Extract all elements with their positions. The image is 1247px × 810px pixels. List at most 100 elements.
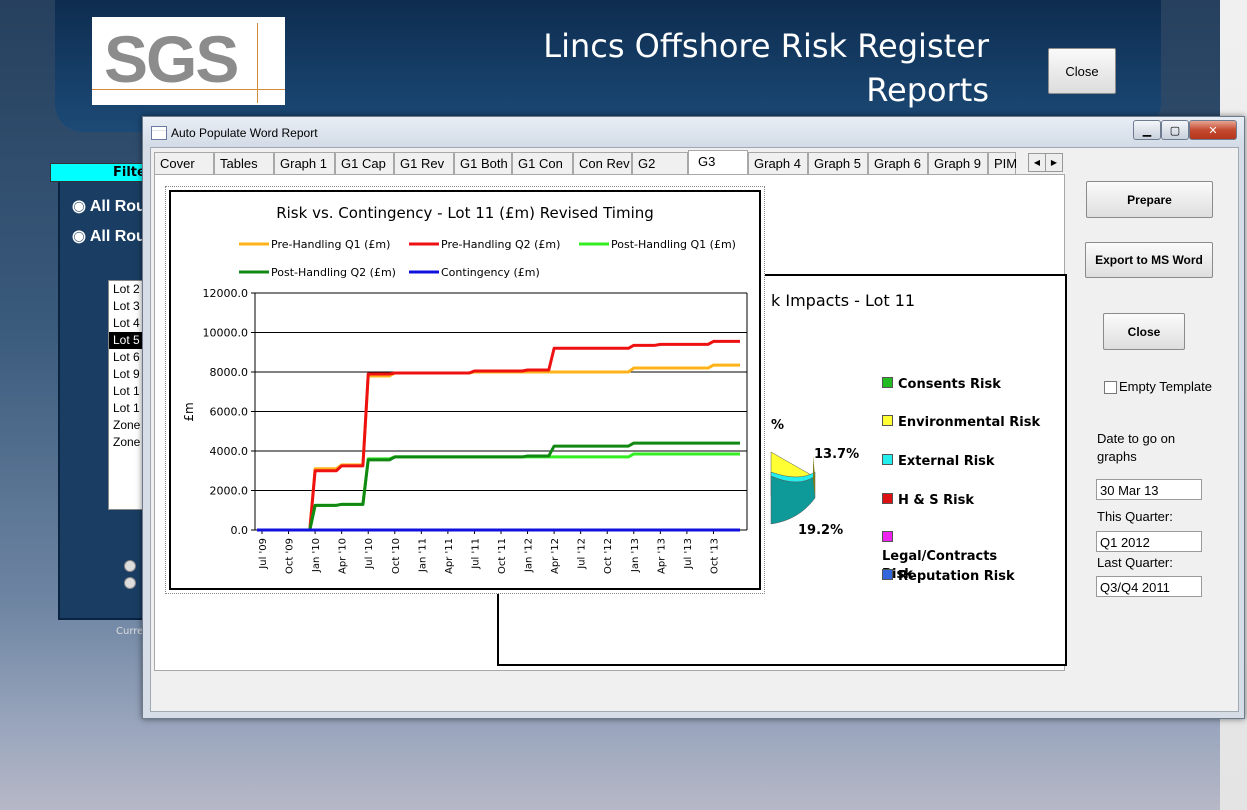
pie-slice-external-side (770, 475, 816, 525)
x-tick-label: Jul '10 (364, 538, 375, 570)
tab-graph-5[interactable]: Graph 5 (808, 152, 868, 174)
tab-graph-9[interactable]: Graph 9 (928, 152, 988, 174)
tab-scroll-left-icon[interactable]: ◀ (1028, 153, 1046, 172)
export-word-button[interactable]: Export to MS Word (1085, 242, 1213, 278)
legend-label: External Risk (898, 454, 995, 469)
x-tick-label: Apr '13 (656, 538, 667, 574)
sgs-logo: SGS (92, 17, 285, 105)
legend-swatch (882, 531, 893, 542)
app-title-line2: Reports (866, 71, 989, 109)
this-quarter-label: This Quarter: (1097, 509, 1173, 524)
radio2-label: All Rou (89, 228, 146, 245)
y-tick-label: 0.0 (231, 524, 249, 537)
tab-g1-cap[interactable]: G1 Cap (335, 152, 394, 174)
tab-page-g3: k Impacts - Lot 11 % 13.7% 19.2% Consent… (154, 174, 1067, 671)
legend-label: Environmental Risk (898, 415, 1041, 430)
dialog-title: Auto Populate Word Report (171, 126, 318, 140)
legend-swatch (882, 415, 893, 426)
tab-cover[interactable]: Cover (154, 152, 214, 174)
empty-template-label: Empty Template (1119, 379, 1212, 394)
x-tick-label: Jan '11 (417, 538, 428, 573)
x-tick-label: Oct '12 (603, 538, 614, 574)
all-routes-radio-1[interactable]: ◉ All Rou (72, 196, 146, 216)
dialog-body: Cover Tables Graph 1 G1 Cap G1 Rev G1 Both G1 … (150, 147, 1239, 712)
x-tick-label: Jan '13 (630, 538, 641, 573)
last-quarter-input[interactable]: Q3/Q4 2011 (1096, 576, 1202, 597)
y-tick-label: 10000.0 (203, 327, 249, 340)
y-tick-label: 2000.0 (210, 485, 249, 498)
all-routes-radio-2[interactable]: ◉ All Rou (72, 226, 146, 246)
tab-g1-both[interactable]: G1 Both (454, 152, 512, 174)
bottom-radio-1[interactable] (124, 560, 136, 572)
x-tick-label: Jul '12 (577, 538, 588, 570)
x-tick-label: Jul '13 (683, 538, 694, 570)
risk-legend-item: Reputation Risk (882, 568, 1052, 586)
risk-legend-item: External Risk (882, 453, 1052, 471)
legend-label: Consents Risk (898, 377, 1001, 392)
x-tick-label: Jul '11 (470, 538, 481, 570)
tab-g3[interactable]: G3 (688, 150, 748, 175)
pct-label-1: % (771, 418, 785, 433)
legend-label: H & S Risk (898, 493, 975, 508)
logo-text: SGS (104, 22, 239, 96)
chart-title: Risk vs. Contingency - Lot 11 (£m) Revis… (276, 204, 654, 222)
pct-label-3: 19.2% (798, 523, 844, 538)
tab-pim[interactable]: PIM (988, 152, 1017, 174)
series-line (257, 441, 740, 532)
x-tick-label: Oct '13 (709, 538, 720, 574)
y-axis-label: £m (182, 402, 196, 421)
date-label-line1: Date to go on (1097, 431, 1176, 446)
app-title: Lincs Offshore Risk Register Reports (543, 24, 989, 112)
y-tick-label: 12000.0 (203, 287, 249, 300)
pct-label-2: 13.7% (814, 447, 860, 462)
tab-tables[interactable]: Tables (214, 152, 274, 174)
tab-con-rev[interactable]: Con Rev (573, 152, 632, 174)
x-tick-label: Apr '12 (550, 538, 561, 574)
legend-label: Contingency (£m) (441, 266, 540, 279)
maximize-icon[interactable]: ▢ (1161, 120, 1189, 140)
tab-g2[interactable]: G2 (632, 152, 688, 174)
risk-vs-contingency-chart-frame: Risk vs. Contingency - Lot 11 (£m) Revis… (165, 186, 765, 594)
series-line (257, 452, 740, 532)
app-title-line1: Lincs Offshore Risk Register (543, 27, 989, 65)
legend-swatch (882, 569, 893, 580)
x-tick-label: Oct '11 (497, 538, 508, 574)
app-close-button[interactable]: Close (1048, 48, 1116, 94)
bottom-radio-2[interactable] (124, 577, 136, 589)
empty-template-checkbox[interactable] (1104, 381, 1117, 394)
date-label-line2: graphs (1097, 449, 1137, 464)
close-icon[interactable]: ✕ (1189, 120, 1237, 140)
logo-line-vertical (257, 23, 258, 103)
x-tick-label: Oct '10 (391, 538, 402, 574)
tab-graph-1[interactable]: Graph 1 (274, 152, 335, 174)
legend-label: Post-Handling Q1 (£m) (611, 238, 736, 251)
filter-tab[interactable]: Filte (50, 163, 150, 182)
x-tick-label: Apr '10 (338, 538, 349, 574)
date-input[interactable]: 30 Mar 13 (1096, 479, 1202, 500)
tab-scroll-right-icon[interactable]: ▶ (1045, 153, 1063, 172)
tab-g1-rev[interactable]: G1 Rev (394, 152, 454, 174)
legend-label: Post-Handling Q2 (£m) (271, 266, 396, 279)
risk-legend-item: Environmental Risk (882, 414, 1052, 432)
tab-graph-4[interactable]: Graph 4 (748, 152, 808, 174)
y-tick-label: 4000.0 (210, 445, 249, 458)
legend-label: Reputation Risk (898, 569, 1015, 584)
legend-swatch (882, 493, 893, 504)
dialog-close-button[interactable]: Close (1103, 313, 1185, 350)
risk-vs-contingency-chart: Risk vs. Contingency - Lot 11 (£m) Revis… (169, 190, 761, 590)
tab-graph-6[interactable]: Graph 6 (868, 152, 928, 174)
legend-swatch (882, 454, 893, 465)
x-tick-label: Jan '10 (311, 538, 322, 573)
dialog-titlebar[interactable]: Auto Populate Word Report ▁ ▢ ✕ (143, 117, 1244, 147)
x-tick-label: Apr '11 (444, 538, 455, 574)
radio1-label: All Rou (89, 198, 146, 215)
minimize-icon[interactable]: ▁ (1133, 120, 1161, 140)
this-quarter-input[interactable]: Q1 2012 (1096, 531, 1202, 552)
prepare-button[interactable]: Prepare (1086, 181, 1213, 218)
x-tick-label: Jan '12 (524, 538, 535, 573)
auto-populate-dialog: Auto Populate Word Report ▁ ▢ ✕ Cover Tab… (142, 116, 1245, 719)
form-icon (151, 126, 167, 140)
risk-legend-item: H & S Risk (882, 492, 1052, 510)
y-tick-label: 8000.0 (210, 366, 249, 379)
tab-g1-con[interactable]: G1 Con (512, 152, 573, 174)
